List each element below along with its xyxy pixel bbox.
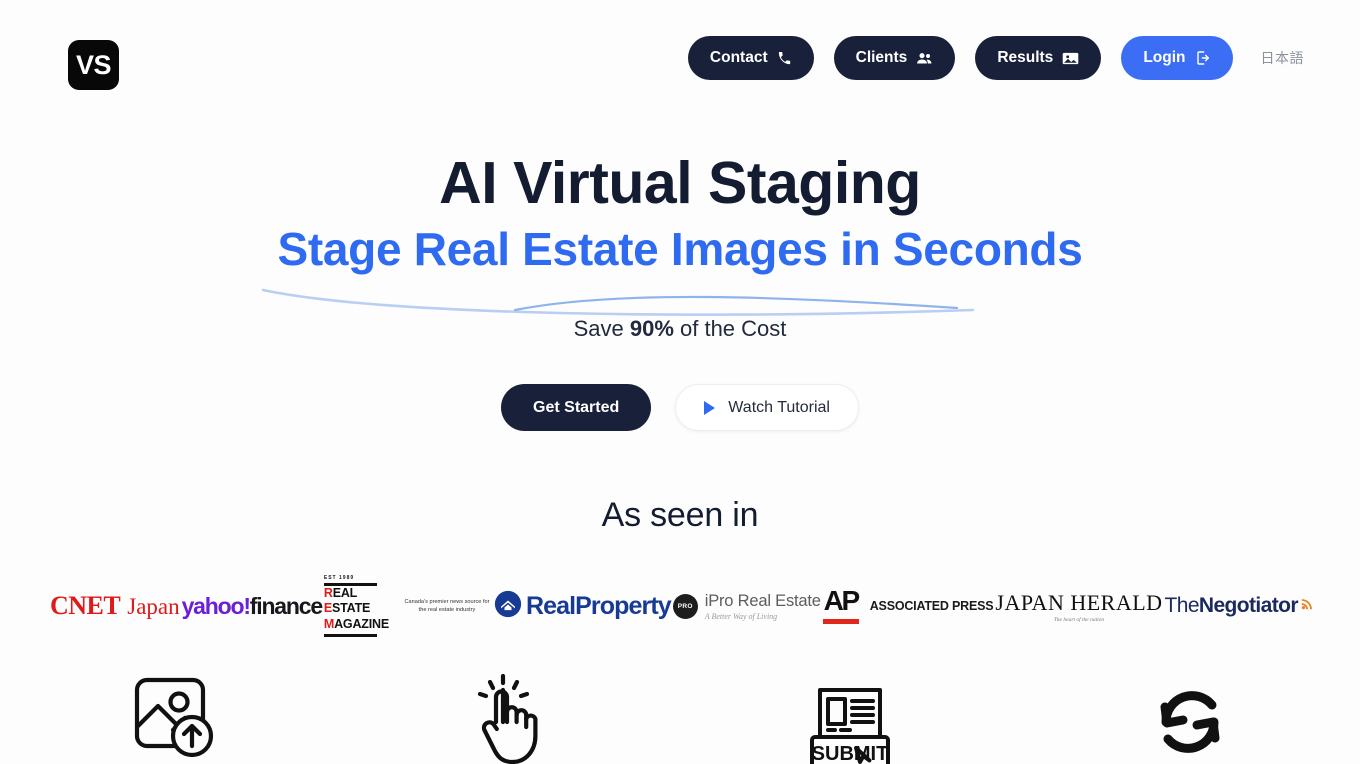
rem-line-3: MAGAZINE xyxy=(323,616,389,631)
real-property-badge-icon xyxy=(494,590,522,623)
rss-icon xyxy=(1301,597,1314,615)
press-logo-real-property[interactable]: RealProperty xyxy=(494,575,672,637)
press-logo-row: CNET Japan yahoo!finance EST 1989 REAL E… xyxy=(50,575,1314,637)
page-title: AI Virtual Staging xyxy=(439,150,921,216)
rem-tagline: Canada's premier news source for the rea… xyxy=(404,598,490,613)
cnet-wordmark: CNET xyxy=(50,591,121,620)
ap-monogram: AP xyxy=(823,584,861,616)
ipro-badge-icon: PRO xyxy=(672,593,698,619)
cnet-japan-suffix: Japan xyxy=(127,594,180,619)
image-icon xyxy=(1062,51,1079,66)
ipro-tagline: A Better Way of Living xyxy=(704,611,778,621)
press-logo-associated-press[interactable]: AP ASSOCIATED PRESS xyxy=(822,575,994,637)
language-switch-link[interactable]: 日本語 xyxy=(1253,48,1305,68)
rem-established: EST 1989 xyxy=(323,575,355,582)
tap-hand-icon xyxy=(460,660,560,764)
press-logo-the-negotiator[interactable]: TheNegotiator xyxy=(1165,575,1314,637)
ap-red-bar xyxy=(822,619,859,625)
savings-suffix: of the Cost xyxy=(673,316,787,342)
watch-tutorial-button[interactable]: Watch Tutorial xyxy=(675,384,859,432)
feature-icon-row: SUBMIT xyxy=(0,660,1360,764)
logout-icon xyxy=(1195,50,1211,66)
nav-contact-label: Contact xyxy=(709,49,768,66)
press-logo-yahoo-finance[interactable]: yahoo!finance xyxy=(181,575,324,637)
press-logo-japan-herald[interactable]: JAPAN HERALD The heart of the nation xyxy=(995,575,1162,637)
phone-icon xyxy=(777,51,792,66)
japan-herald-tagline: The heart of the nation xyxy=(1053,616,1105,623)
rem-line-2: ESTATE xyxy=(323,601,371,616)
site-header: VS Contact Clients Results Login 日本語 xyxy=(0,0,1360,120)
hero-subtitle-wrap: Stage Real Estate Images in Seconds xyxy=(262,222,1083,317)
negotiator-wordmark: TheNegotiator xyxy=(1164,594,1299,617)
underline-swoosh-icon xyxy=(262,288,975,317)
page-root: VS Contact Clients Results Login 日本語 AI … xyxy=(0,0,1360,764)
japan-herald-wordmark: JAPAN HERALD xyxy=(995,589,1163,615)
main-navigation: Contact Clients Results Login 日本語 xyxy=(687,36,1305,80)
watch-tutorial-label: Watch Tutorial xyxy=(728,398,830,416)
play-icon xyxy=(704,400,716,415)
feature-select xyxy=(340,660,680,764)
get-started-button[interactable]: Get Started xyxy=(501,384,652,432)
refresh-cycle-icon xyxy=(1140,660,1240,764)
hero-subtitle: Stage Real Estate Images in Seconds xyxy=(277,223,1083,276)
nav-login-button[interactable]: Login xyxy=(1121,36,1233,80)
yahoo-wordmark: yahoo! xyxy=(181,592,251,619)
nav-login-label: Login xyxy=(1143,49,1186,66)
submit-document-icon: SUBMIT xyxy=(798,660,902,764)
savings-prefix: Save xyxy=(573,316,630,342)
people-icon xyxy=(916,51,933,66)
savings-text: Save 90% of the Cost xyxy=(0,316,1360,342)
vs-logo[interactable]: VS xyxy=(68,40,119,90)
nav-clients-label: Clients xyxy=(855,49,908,66)
press-heading: As seen in xyxy=(601,496,759,534)
rem-line-1: REAL xyxy=(323,586,358,601)
associated-press-wordmark: ASSOCIATED PRESS xyxy=(869,599,994,613)
cta-row: Get Started Watch Tutorial xyxy=(0,384,1360,432)
nav-contact-button[interactable]: Contact xyxy=(687,36,814,80)
svg-text:SUBMIT: SUBMIT xyxy=(812,743,889,764)
rem-rule-bottom xyxy=(323,633,377,637)
feature-refresh xyxy=(1020,660,1360,764)
feature-submit: SUBMIT xyxy=(680,660,1020,764)
savings-value: 90% xyxy=(629,316,674,342)
vs-logo-text: VS xyxy=(75,49,112,80)
ipro-wordmark: iPro Real Estate xyxy=(704,591,821,610)
hero-section: AI Virtual Staging Stage Real Estate Ima… xyxy=(0,150,1360,432)
feature-upload xyxy=(0,660,340,764)
finance-wordmark: finance xyxy=(249,592,323,619)
press-logo-cnet-japan[interactable]: CNET Japan xyxy=(50,575,180,637)
image-upload-icon xyxy=(120,660,220,764)
nav-results-label: Results xyxy=(997,49,1054,66)
press-logo-ipro-real-estate[interactable]: PRO iPro Real Estate A Better Way of Liv… xyxy=(672,575,821,637)
press-logo-real-estate-magazine[interactable]: EST 1989 REAL ESTATE MAGAZINE Canada's p… xyxy=(323,575,492,637)
nav-clients-button[interactable]: Clients xyxy=(833,36,956,80)
nav-results-button[interactable]: Results xyxy=(975,36,1102,80)
real-property-wordmark: RealProperty xyxy=(525,591,672,620)
